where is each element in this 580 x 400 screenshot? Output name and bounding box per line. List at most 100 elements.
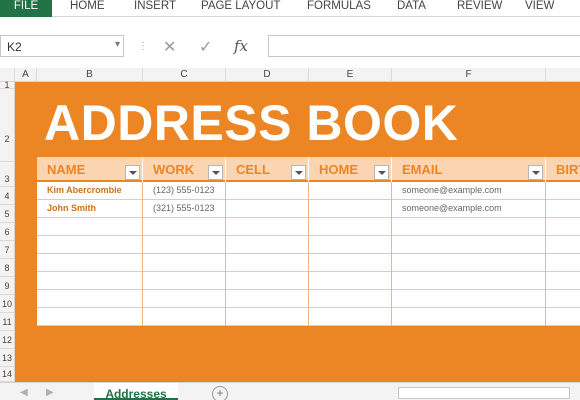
cell-home[interactable] <box>309 218 392 236</box>
cell-home[interactable] <box>309 200 392 218</box>
row-header-8[interactable]: 8 <box>0 259 14 277</box>
cell-work[interactable] <box>143 308 226 326</box>
cell-birthday[interactable] <box>546 182 580 200</box>
column-header-f[interactable]: F <box>392 68 546 82</box>
cell-email[interactable]: someone@example.com <box>392 182 546 200</box>
enter-icon[interactable]: ✓ <box>199 37 212 57</box>
formula-input[interactable] <box>268 35 580 57</box>
cancel-icon[interactable]: ✕ <box>163 37 176 57</box>
tab-home[interactable]: HOME <box>70 0 105 17</box>
cell-cell[interactable] <box>226 218 309 236</box>
cell-name[interactable] <box>37 308 143 326</box>
row-header-3[interactable]: 3 <box>0 162 14 187</box>
cell-cell[interactable] <box>226 182 309 200</box>
cell-birthday[interactable] <box>546 218 580 236</box>
row-header-4[interactable]: 4 <box>0 187 14 205</box>
cell-birthday[interactable] <box>546 236 580 254</box>
cell-home[interactable] <box>309 272 392 290</box>
name-box[interactable]: K2 ▾ <box>0 35 124 57</box>
cell-work[interactable] <box>143 218 226 236</box>
cell-birthday[interactable] <box>546 308 580 326</box>
cell-name[interactable] <box>37 254 143 272</box>
header-home[interactable]: HOME <box>309 157 392 182</box>
cell-work[interactable] <box>143 236 226 254</box>
cell-home[interactable] <box>309 236 392 254</box>
cell-birthday[interactable] <box>546 290 580 308</box>
chevron-down-icon[interactable]: ▾ <box>115 39 120 50</box>
cell-cell[interactable] <box>226 254 309 272</box>
header-birthday[interactable]: BIRT <box>546 157 580 182</box>
row-header-1[interactable]: 1 <box>0 81 14 90</box>
tab-page-layout[interactable]: PAGE LAYOUT <box>201 0 280 17</box>
row-header-6[interactable]: 6 <box>0 223 14 241</box>
cell-work[interactable]: (321) 555-0123 <box>143 200 226 218</box>
row-header-7[interactable]: 7 <box>0 241 14 259</box>
row-header-13[interactable]: 13 <box>0 349 14 367</box>
page-title[interactable]: ADDRESS BOOK <box>44 94 458 152</box>
column-header-g[interactable] <box>546 68 580 82</box>
column-header-e[interactable]: E <box>309 68 392 82</box>
tab-review[interactable]: REVIEW <box>457 0 502 17</box>
cell-email[interactable] <box>392 290 546 308</box>
cell-email[interactable] <box>392 236 546 254</box>
header-cell[interactable]: CELL <box>226 157 309 182</box>
cell-email[interactable]: someone@example.com <box>392 200 546 218</box>
insert-function-icon[interactable]: fx <box>234 37 248 55</box>
row-header-5[interactable]: 5 <box>0 205 14 223</box>
row-header-11[interactable]: 11 <box>0 313 14 331</box>
filter-dropdown-icon[interactable] <box>374 165 389 180</box>
row-header-12[interactable]: 12 <box>0 331 14 349</box>
cell-work[interactable] <box>143 290 226 308</box>
cell-cell[interactable] <box>226 308 309 326</box>
tab-file[interactable]: FILE <box>0 0 52 17</box>
tab-formulas[interactable]: FORMULAS <box>307 0 371 17</box>
column-header-b[interactable]: B <box>37 68 143 82</box>
tab-data[interactable]: DATA <box>397 0 426 17</box>
tab-view[interactable]: VIEW <box>525 0 554 17</box>
column-header-c[interactable]: C <box>143 68 226 82</box>
cell-cell[interactable] <box>226 236 309 254</box>
cell-name[interactable] <box>37 290 143 308</box>
cell-work[interactable] <box>143 254 226 272</box>
cell-cell[interactable] <box>226 290 309 308</box>
previous-sheet-icon[interactable]: ◀ <box>20 387 28 398</box>
header-email[interactable]: EMAIL <box>392 157 546 182</box>
column-header-a[interactable]: A <box>15 68 37 82</box>
cell-cell[interactable] <box>226 272 309 290</box>
row-header-2[interactable]: 2 <box>0 89 14 162</box>
cell-name[interactable]: John Smith <box>37 200 143 218</box>
cell-email[interactable] <box>392 272 546 290</box>
header-name[interactable]: NAME <box>37 157 143 182</box>
add-sheet-icon[interactable]: + <box>212 386 228 400</box>
row-header-9[interactable]: 9 <box>0 277 14 295</box>
cell-home[interactable] <box>309 290 392 308</box>
cell-work[interactable] <box>143 272 226 290</box>
horizontal-scrollbar[interactable] <box>398 387 570 399</box>
column-header-d[interactable]: D <box>226 68 309 82</box>
cell-name[interactable] <box>37 272 143 290</box>
filter-dropdown-icon[interactable] <box>125 165 140 180</box>
row-header-10[interactable]: 10 <box>0 295 14 313</box>
cell-email[interactable] <box>392 218 546 236</box>
cell-email[interactable] <box>392 308 546 326</box>
cell-home[interactable] <box>309 254 392 272</box>
cell-birthday[interactable] <box>546 254 580 272</box>
tab-insert[interactable]: INSERT <box>134 0 176 17</box>
cell-home[interactable] <box>309 308 392 326</box>
next-sheet-icon[interactable]: ▶ <box>46 387 54 398</box>
cell-email[interactable] <box>392 254 546 272</box>
row-header-14[interactable]: 14 <box>0 367 14 382</box>
filter-dropdown-icon[interactable] <box>291 165 306 180</box>
cell-birthday[interactable] <box>546 200 580 218</box>
filter-dropdown-icon[interactable] <box>528 165 543 180</box>
sheet-tab-addresses[interactable]: Addresses <box>94 383 178 400</box>
cell-name[interactable] <box>37 218 143 236</box>
cell-birthday[interactable] <box>546 272 580 290</box>
cell-home[interactable] <box>309 182 392 200</box>
header-work[interactable]: WORK <box>143 157 226 182</box>
filter-dropdown-icon[interactable] <box>208 165 223 180</box>
cell-work[interactable]: (123) 555-0123 <box>143 182 226 200</box>
cell-cell[interactable] <box>226 200 309 218</box>
cell-name[interactable] <box>37 236 143 254</box>
cell-name[interactable]: Kim Abercrombie <box>37 182 143 200</box>
